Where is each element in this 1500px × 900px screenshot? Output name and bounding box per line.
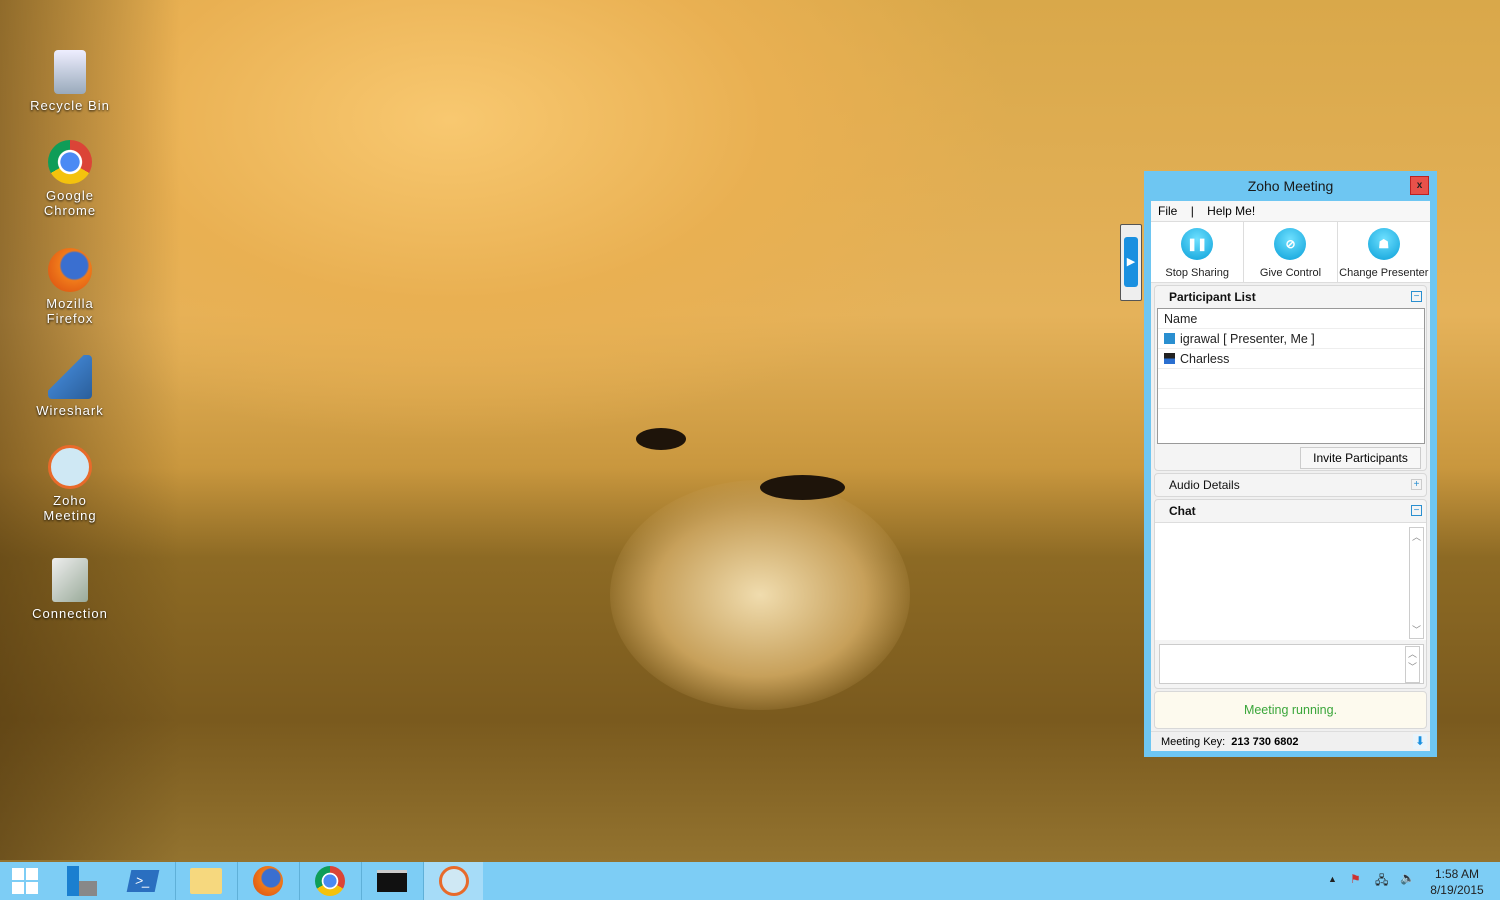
attendee-icon: [1164, 353, 1175, 364]
meeting-key-value: 213 730 6802: [1231, 736, 1299, 748]
cmd-icon: [376, 870, 407, 892]
powershell-icon: >_: [126, 870, 160, 892]
wallpaper-ant: [760, 475, 845, 500]
button-label: Change Presenter: [1339, 267, 1429, 279]
stop-sharing-button[interactable]: ❚❚ Stop Sharing: [1151, 222, 1245, 282]
firefox-icon: [252, 866, 283, 896]
zoho-meeting-icon: [438, 866, 469, 896]
close-button[interactable]: x: [1410, 176, 1429, 195]
wireshark-icon: [48, 355, 92, 399]
menu-bar: File | Help Me!: [1151, 201, 1430, 222]
icon-label: Zoho Meeting: [43, 493, 97, 523]
recycle-bin-icon: [54, 50, 86, 94]
icon-label: Recycle Bin: [30, 98, 110, 113]
participant-list-section: Participant List − Name igrawal [ Presen…: [1154, 285, 1427, 471]
section-title: Participant List: [1169, 290, 1256, 304]
column-header-name[interactable]: Name: [1158, 309, 1424, 329]
icon-label: Google Chrome: [43, 188, 97, 218]
taskbar: >_ ▲ ⚑ 🖧 🔈 1:58 AM 8/19/2015: [0, 862, 1500, 900]
participant-name: igrawal [ Presenter, Me ]: [1180, 332, 1315, 346]
show-hidden-icons[interactable]: ▲: [1328, 874, 1337, 884]
collapse-icon[interactable]: −: [1411, 505, 1422, 516]
participant-row[interactable]: igrawal [ Presenter, Me ]: [1158, 329, 1424, 349]
icon-label: Mozilla Firefox: [46, 296, 94, 326]
action-center-flag-icon[interactable]: ⚑: [1350, 872, 1361, 886]
taskbar-firefox[interactable]: [237, 862, 297, 900]
chrome-icon: [48, 140, 92, 184]
toolbar: ❚❚ Stop Sharing ⊘ Give Control ☗ Change Pre…: [1151, 222, 1430, 283]
window-title: Zoho Meeting: [1247, 178, 1334, 194]
server-manager-icon: [67, 866, 97, 896]
meeting-status: Meeting running.: [1154, 691, 1427, 729]
start-button[interactable]: [0, 862, 50, 900]
change-presenter-icon: ☗: [1367, 228, 1400, 260]
chat-section: Chat − ︿ ﹀ ︿ ﹀: [1154, 499, 1427, 689]
chat-input-scrollbar[interactable]: ︿ ﹀: [1405, 646, 1420, 683]
meeting-key-bar: Meeting Key: 213 730 6802 ⬇: [1151, 731, 1430, 751]
wallpaper-shade: [0, 0, 180, 860]
participant-row[interactable]: Charless: [1158, 349, 1424, 369]
collapse-icon[interactable]: −: [1411, 291, 1422, 302]
wallpaper-ant: [636, 428, 686, 450]
taskbar-chrome[interactable]: [299, 862, 359, 900]
panel-collapse-handle[interactable]: ▶: [1120, 224, 1142, 301]
connection-icon: [52, 558, 88, 602]
taskbar-zoho-meeting[interactable]: [423, 862, 483, 900]
folder-icon: [189, 868, 222, 894]
taskbar-file-explorer[interactable]: [175, 862, 235, 900]
icon-label: Connection: [32, 606, 108, 621]
give-control-icon: ⊘: [1274, 228, 1307, 260]
menu-help[interactable]: Help Me!: [1207, 204, 1255, 218]
desktop-icon-zoho-meeting[interactable]: Zoho Meeting: [20, 445, 120, 523]
wallpaper-flower: [610, 480, 910, 710]
clock-time: 1:58 AM: [1434, 867, 1480, 881]
participant-name: Charless: [1180, 352, 1230, 366]
taskbar-powershell[interactable]: >_: [113, 862, 173, 900]
meeting-key-label: Meeting Key:: [1161, 736, 1226, 748]
zoho-meeting-window: Zoho Meeting x File | Help Me! ❚❚ Stop Sh…: [1144, 171, 1437, 757]
invite-participants-button[interactable]: Invite Participants: [1300, 447, 1421, 469]
expand-arrow-icon: ▶: [1124, 237, 1138, 287]
clock-date: 8/19/2015: [1430, 883, 1484, 897]
change-presenter-button[interactable]: ☗ Change Presenter: [1338, 222, 1430, 282]
desktop-icon-connection[interactable]: Connection: [20, 558, 120, 621]
windows-logo-icon: [12, 868, 38, 894]
presenter-icon: [1164, 333, 1175, 344]
menu-separator: |: [1190, 204, 1194, 218]
audio-details-section[interactable]: Audio Details +: [1154, 473, 1427, 497]
chat-history: ︿ ﹀: [1155, 522, 1426, 640]
download-arrow-icon[interactable]: ⬇: [1413, 734, 1427, 749]
desktop-icon-chrome[interactable]: Google Chrome: [20, 140, 120, 218]
desktop-icon-recycle-bin[interactable]: Recycle Bin: [20, 50, 120, 113]
section-title: Chat: [1169, 504, 1196, 518]
icon-label: Wireshark: [36, 403, 104, 418]
firefox-icon: [48, 248, 92, 292]
chat-input[interactable]: [1159, 644, 1424, 684]
menu-file[interactable]: File: [1158, 204, 1177, 218]
pause-icon: ❚❚: [1181, 228, 1214, 260]
participant-list: Name igrawal [ Presenter, Me ] Charless: [1157, 308, 1425, 444]
desktop-icon-firefox[interactable]: Mozilla Firefox: [20, 248, 120, 326]
clock[interactable]: 1:58 AM 8/19/2015: [1428, 866, 1486, 898]
expand-icon[interactable]: +: [1411, 479, 1422, 490]
chat-scrollbar[interactable]: ︿ ﹀: [1409, 527, 1424, 639]
taskbar-command-prompt[interactable]: [361, 862, 421, 900]
desktop-icon-wireshark[interactable]: Wireshark: [20, 355, 120, 418]
section-title: Audio Details: [1169, 478, 1240, 492]
button-label: Stop Sharing: [1165, 267, 1229, 279]
volume-icon[interactable]: 🔈: [1400, 871, 1415, 885]
chrome-icon: [314, 866, 345, 896]
network-icon[interactable]: 🖧: [1375, 871, 1388, 892]
button-label: Give Control: [1259, 267, 1322, 279]
taskbar-server-manager[interactable]: [52, 862, 112, 900]
give-control-button[interactable]: ⊘ Give Control: [1244, 222, 1338, 282]
zoho-meeting-icon: [48, 445, 92, 489]
